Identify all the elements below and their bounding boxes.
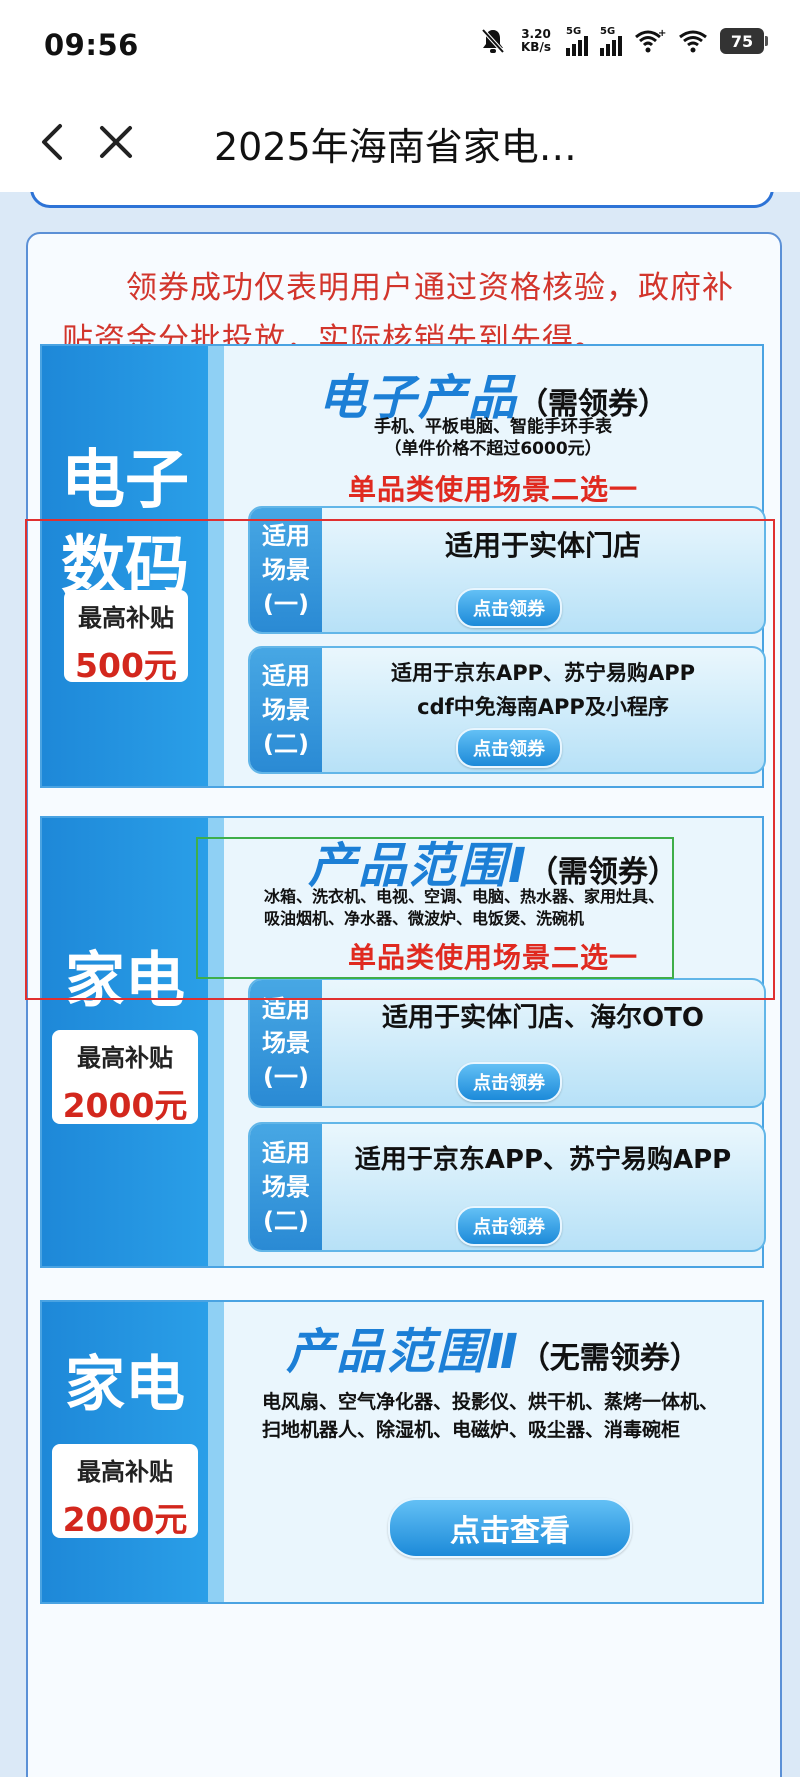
previous-card [30,192,774,208]
product-heading: 产品范围Ⅱ（无需领券） [286,1324,700,1380]
claim-coupon-button[interactable]: 点击领券 [456,1062,562,1102]
signal-5g-icon: 5G [566,26,588,56]
mute-bell-icon [481,28,505,54]
section-content: 产品范围Ⅱ（无需领券） 电风扇、空气净化器、投影仪、烘干机、蒸烤一体机、 扫地机… [224,1302,762,1602]
subsidy-value: 2000元 [62,1086,188,1125]
product-desc: 电风扇、空气净化器、投影仪、烘干机、蒸烤一体机、 扫地机器人、除湿机、电磁炉、吸… [262,1391,719,1441]
signal-5g-icon: 5G [600,26,622,56]
back-button[interactable] [30,114,80,170]
status-time: 09:56 [44,28,139,62]
page-title: 2025年海南省家电… [214,125,577,169]
svg-text:+: + [658,28,666,39]
page-content: 领券成功仅表明用户通过资格核验，政府补贴资金分批投放，实际核销先到先得。 电子 … [0,192,800,1777]
subsidy-label: 最高补贴 [77,1458,173,1486]
wifi-plus-icon: + [635,28,666,53]
section-appliance-2: 家电 最高补贴 2000元 产品范围Ⅱ（无需领券） 电风扇、空气净化器、投影仪、… [40,1300,764,1604]
chevron-left-icon [42,124,62,160]
net-speed: 3.20 KB/s [521,27,551,54]
subsidy-box: 最高补贴 2000元 [52,1030,198,1125]
status-bar: 09:56 3.20 KB/s 5G 5G + 75 [0,0,800,92]
battery-icon: 75 [720,28,768,54]
scene-card-2: 适用 场景 (二) 适用于京东APP、苏宁易购APP 点击领券 [248,1122,766,1252]
scene-text: 适用于实体门店、海尔OTO [382,1003,704,1033]
subsidy-value: 2000元 [62,1500,188,1539]
product-desc: 手机、平板电脑、智能手环手表 （单件价格不超过6000元） [374,417,612,459]
subsidy-box: 最高补贴 2000元 [52,1444,198,1539]
highlight-frame-green [196,837,674,979]
subsidy-label: 最高补贴 [77,1044,173,1072]
scene-tag: 适用 场景 (二) [250,1124,322,1250]
close-icon [100,126,132,158]
wifi-icon [679,30,707,53]
view-button[interactable]: 点击查看 [388,1498,632,1558]
status-icons: 3.20 KB/s 5G 5G + 75 [480,26,768,56]
nav-bar: 2025年海南省家电… [0,92,800,192]
close-button[interactable] [92,114,142,170]
claim-coupon-button[interactable]: 点击领券 [456,1206,562,1246]
scene-text: 适用于京东APP、苏宁易购APP [354,1145,732,1175]
choose-hint: 单品类使用场景二选一 [347,473,638,506]
section-title: 家电 [65,1350,185,1420]
